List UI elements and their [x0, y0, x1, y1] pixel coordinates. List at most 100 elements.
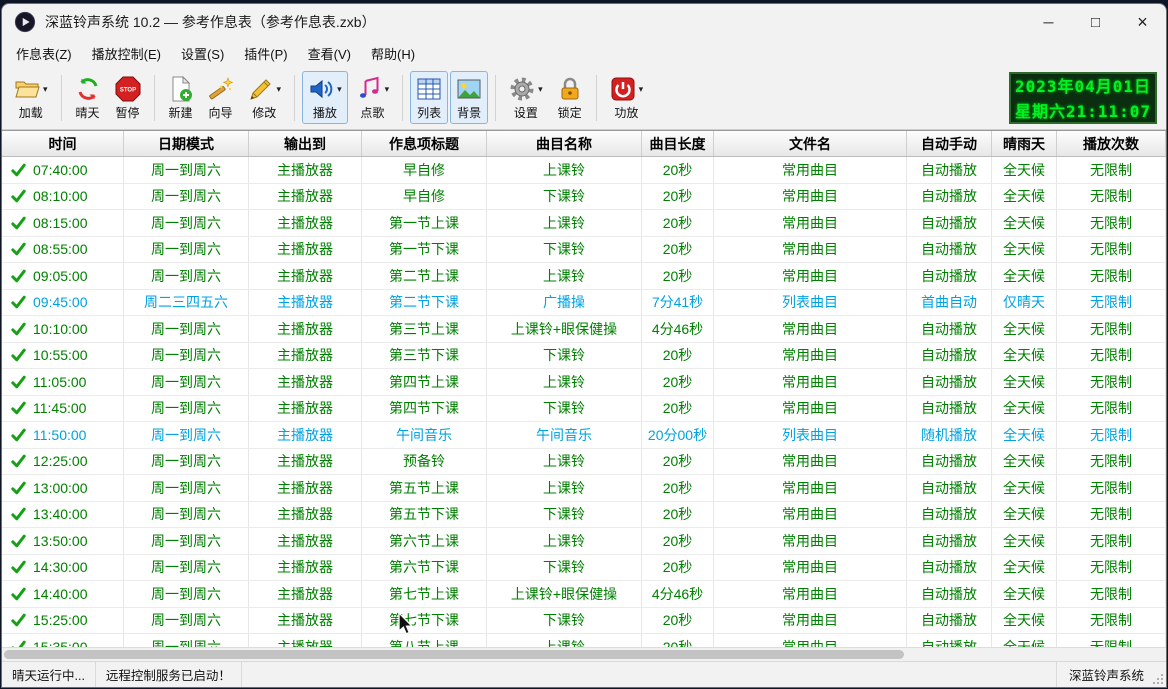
column-header-song-length[interactable]: 曲目长度 [642, 131, 714, 156]
magic-wand-icon [208, 77, 233, 100]
maximize-button[interactable]: □ [1072, 4, 1119, 40]
cell-time: 08:10:00 [2, 183, 124, 209]
column-header-output[interactable]: 输出到 [249, 131, 362, 156]
menu-settings[interactable]: 设置(S) [171, 40, 234, 67]
toolbar-label-lock: 锁定 [557, 106, 582, 120]
column-header-auto-manual[interactable]: 自动手动 [907, 131, 992, 156]
toolbar-button-song-request[interactable]: ▾ 点歌 [350, 71, 396, 124]
cell-length: 20秒 [642, 157, 714, 183]
cell-file: 常用曲目 [714, 395, 907, 421]
speaker-play-icon [310, 79, 333, 99]
table-row[interactable]: 12:25:00 周一到周六 主播放器 预备铃 上课铃 20秒 常用曲目 自动播放 全天候 无限制 [2, 448, 1166, 475]
cell-weather: 全天候 [992, 475, 1057, 501]
table-row[interactable]: 13:00:00 周一到周六 主播放器 第五节上课 上课铃 20秒 常用曲目 自动播放 全天候无… [2, 475, 1166, 502]
cell-title: 第二节下课 [362, 289, 487, 315]
column-header-date-mode[interactable]: 日期模式 [124, 131, 249, 156]
toolbar-button-load[interactable]: ▾ 加载 [8, 71, 54, 124]
menu-plugins[interactable]: 插件(P) [234, 40, 297, 67]
table-row[interactable]: 09:05:00 周一到周六 主播放器 第二节上课 上课铃 20秒 常用曲目 自动播放 全天候无… [2, 263, 1166, 290]
cell-length: 7分41秒 [642, 289, 714, 315]
chevron-down-icon[interactable]: ▾ [639, 84, 644, 94]
check-icon [11, 216, 26, 230]
column-header-play-count[interactable]: 播放次数 [1057, 131, 1166, 156]
cell-time-text: 09:45:00 [33, 294, 88, 311]
table-row[interactable]: 11:45:00 周一到周六 主播放器 第四节下课 下课铃 20秒 常用曲目 自动播放 全天候无… [2, 395, 1166, 422]
table-row[interactable]: 14:30:00 周一到周六 主播放器 第六节下课 下课铃 20秒 常用曲目 自动播放 全天候无… [2, 554, 1166, 581]
cell-output: 主播放器 [249, 369, 362, 395]
table-row[interactable]: 08:15:00 周一到周六 主播放器 第一节上课 上课铃 20秒 常用曲目 自动播放 全天候无… [2, 210, 1166, 237]
table-row[interactable]: 11:05:00 周一到周六 主播放器 第四节上课 上课铃 20秒 常用曲目 自动播放 全天候无… [2, 369, 1166, 396]
horizontal-scrollbar[interactable] [2, 647, 1166, 661]
cell-time-text: 15:35:00 [33, 638, 88, 647]
table-row[interactable]: 15:25:00 周一到周六 主播放器 第七节下课 下课铃 20秒 常用曲目 自动播放 全天候无… [2, 607, 1166, 634]
toolbar-button-amplifier[interactable]: ▾ 功放 [604, 71, 650, 124]
toolbar-label-modify: 修改 [252, 106, 277, 120]
cell-date_mode: 周一到周六 [124, 263, 249, 289]
table-row[interactable]: 08:55:00 周一到周六 主播放器 第一节下课 下课铃 20秒 常用曲目 自动播放 全天候无… [2, 236, 1166, 263]
chevron-down-icon[interactable]: ▾ [277, 84, 282, 94]
toolbar-button-background[interactable]: 背景 [450, 71, 489, 124]
table-row[interactable]: 13:50:00 周一到周六 主播放器 第六节上课 上课铃 20秒 常用曲目 自动播放 全天候无… [2, 528, 1166, 555]
check-icon [11, 534, 26, 548]
titlebar[interactable]: 深蓝铃声系统 10.2 — 参考作息表（参考作息表.zxb） ─ □ × [2, 4, 1166, 40]
minimize-button[interactable]: ─ [1025, 4, 1072, 40]
resize-grip[interactable] [1152, 673, 1164, 685]
column-header-file-name[interactable]: 文件名 [714, 131, 907, 156]
toolbar-button-settings[interactable]: ▾ 设置 [503, 71, 549, 124]
toolbar-button-sunny[interactable]: 晴天 [69, 71, 107, 124]
padlock-icon [561, 77, 579, 100]
cell-song: 广播操 [487, 289, 642, 315]
toolbar-button-pause[interactable]: STOP 暂停 [109, 71, 147, 124]
cell-title: 第六节上课 [362, 528, 487, 554]
column-header-song-name[interactable]: 曲目名称 [487, 131, 642, 156]
cell-output: 主播放器 [249, 263, 362, 289]
status-app-name: 深蓝铃声系统 [1068, 669, 1144, 683]
column-header-item-title[interactable]: 作息项标题 [362, 131, 487, 156]
cell-song: 下课铃 [487, 395, 642, 421]
column-header-time[interactable]: 时间 [2, 131, 124, 156]
table-row[interactable]: 09:45:00 周二三四五六 主播放器 第二节下课 广播操 7分41秒 列表曲目 首曲自动仅… [2, 289, 1166, 316]
close-button[interactable]: × [1119, 4, 1166, 40]
cell-count: 无限制 [1057, 236, 1166, 262]
chevron-down-icon[interactable]: ▾ [538, 84, 543, 94]
menu-playback[interactable]: 播放控制(E) [82, 40, 171, 67]
cell-time-text: 12:25:00 [33, 453, 88, 470]
window-title: 深蓝铃声系统 10.2 — 参考作息表（参考作息表.zxb） [45, 14, 376, 30]
menu-view[interactable]: 查看(V) [298, 40, 361, 67]
scrollbar-thumb[interactable] [4, 650, 904, 659]
menu-schedule[interactable]: 作息表(Z) [6, 40, 82, 67]
toolbar-button-lock[interactable]: 锁定 [551, 71, 589, 124]
toolbar-button-modify[interactable]: ▾ 修改 [242, 71, 288, 124]
cell-auto: 自动播放 [907, 210, 992, 236]
chevron-down-icon[interactable]: ▾ [337, 84, 342, 94]
cell-count: 无限制 [1057, 342, 1166, 368]
menu-help[interactable]: 帮助(H) [361, 40, 425, 67]
table-row[interactable]: 14:40:00 周一到周六 主播放器 第七节上课 上课铃+眼保健操 4分46秒 常用曲目自… [2, 581, 1166, 608]
toolbar-button-new[interactable]: 新建 [162, 71, 200, 124]
check-icon [11, 375, 26, 389]
table-row[interactable]: 07:40:00 周一到周六 主播放器 早自修 上课铃 20秒 常用曲目 自动播放 全天候 无限制 [2, 157, 1166, 184]
check-icon [11, 587, 26, 601]
table-row[interactable]: 15:35:00 周一到周六 主播放器 第八节上课 上课铃 20秒 常用曲目 自动播放 全天候无… [2, 634, 1166, 647]
cell-time-text: 14:30:00 [33, 559, 88, 576]
check-icon [11, 560, 26, 574]
toolbar-label-load: 加载 [18, 106, 43, 120]
table-body: 07:40:00 周一到周六 主播放器 早自修 上课铃 20秒 常用曲目 自动播放 全天候 无限制… [2, 157, 1166, 647]
table-row[interactable]: 13:40:00 周一到周六 主播放器 第五节下课 下课铃 20秒 常用曲目 自动播放 全天候无… [2, 501, 1166, 528]
chevron-down-icon[interactable]: ▾ [43, 84, 48, 94]
table-row[interactable]: 10:55:00 周一到周六 主播放器 第三节下课 下课铃 20秒 常用曲目 自动播放 全天候无… [2, 342, 1166, 369]
cell-date_mode: 周一到周六 [124, 607, 249, 633]
toolbar-button-wizard[interactable]: 向导 [202, 71, 240, 124]
column-header-weather[interactable]: 晴雨天 [992, 131, 1057, 156]
toolbar-button-play[interactable]: ▾ 播放 [302, 71, 348, 124]
toolbar-button-list-view[interactable]: 列表 [410, 71, 449, 124]
cell-song: 上课铃 [487, 369, 642, 395]
cell-output: 主播放器 [249, 448, 362, 474]
table-row[interactable]: 11:50:00 周一到周六 主播放器 午间音乐 午间音乐 20分00秒 列表曲目 随机播放全… [2, 422, 1166, 449]
table-row[interactable]: 10:10:00 周一到周六 主播放器 第三节上课 上课铃+眼保健操 4分46秒 常用曲目自… [2, 316, 1166, 343]
chevron-down-icon[interactable]: ▾ [385, 84, 390, 94]
table-row[interactable]: 08:10:00 周一到周六 主播放器 早自修 下课铃 20秒 常用曲目 自动播放 全天候 无限制 [2, 183, 1166, 210]
cell-length: 4分46秒 [642, 316, 714, 342]
list-grid-icon [417, 78, 441, 100]
cell-auto: 自动播放 [907, 342, 992, 368]
